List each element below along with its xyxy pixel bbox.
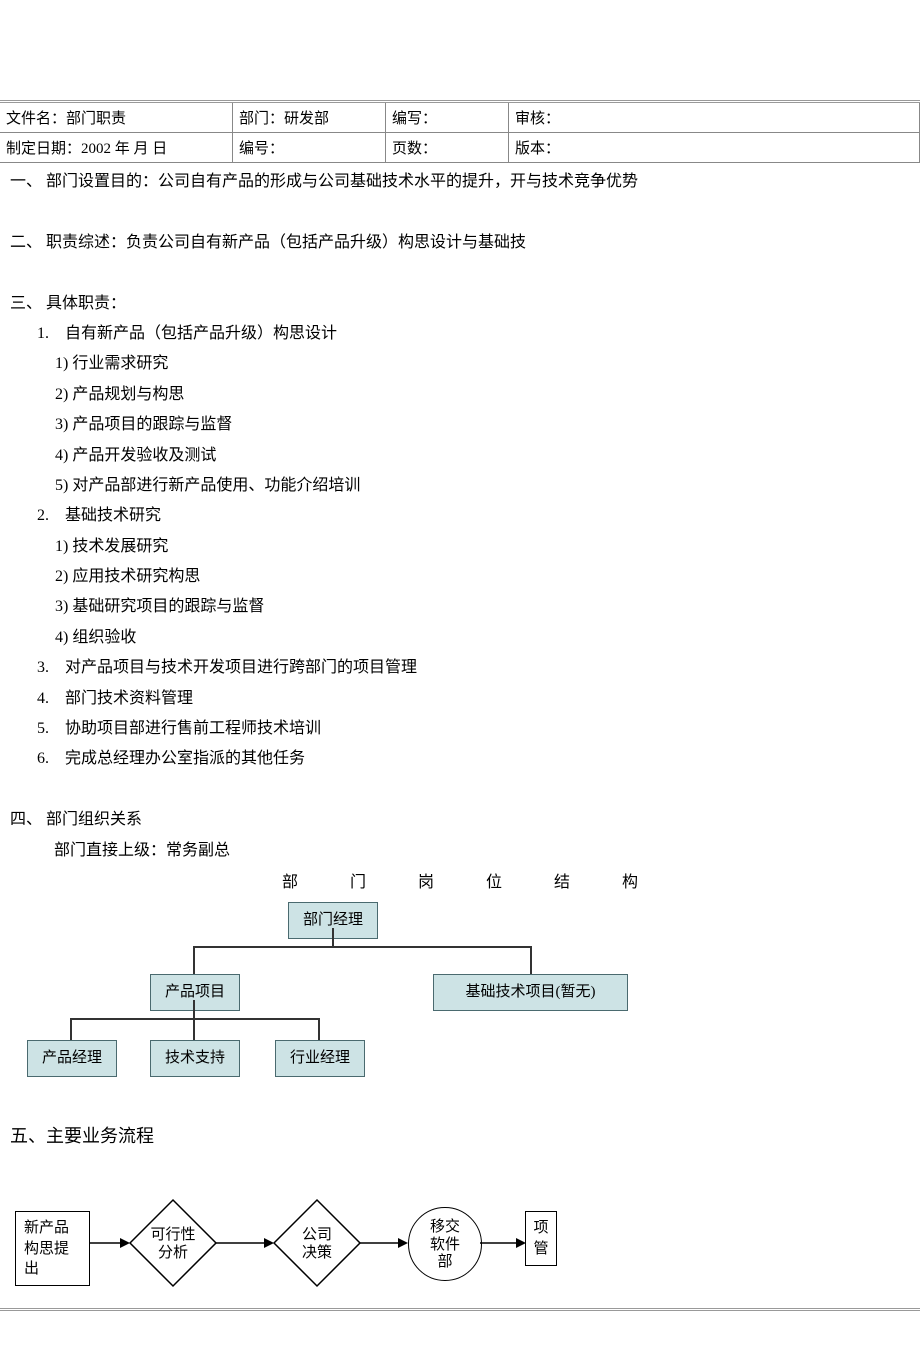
header-table: 文件名：部门职责 部门：研发部 编写： 审核： 制定日期：2002 年 月 日 … — [0, 103, 920, 163]
flow-chart: 新产品 构思提 出 可行性分析 公司决策 移交软件部 项 管 — [0, 1178, 920, 1308]
flow-circle-handover: 移交软件部 — [408, 1207, 482, 1281]
flow-box-new-product: 新产品 构思提 出 — [15, 1211, 90, 1286]
s3-item-6: 6. 完成总经理办公室指派的其他任务 — [10, 744, 910, 774]
org-node-industry-mgr: 行业经理 — [275, 1040, 365, 1077]
s3-item-2d: 4) 组织验收 — [10, 623, 910, 653]
s3-item-2b: 2) 应用技术研究构思 — [10, 562, 910, 592]
header-author: 编写： — [386, 103, 509, 133]
org-node-pm: 产品经理 — [27, 1040, 117, 1077]
s3-item-2a: 1) 技术发展研究 — [10, 532, 910, 562]
s3-item-1: 1. 自有新产品（包括产品升级）构思设计 — [10, 319, 910, 349]
arrow-icon — [480, 1233, 528, 1253]
section-5-title: 五、主要业务流程 — [10, 1122, 910, 1148]
flow-diamond-decision: 公司决策 — [272, 1198, 362, 1288]
header-filename: 文件名：部门职责 — [0, 103, 233, 133]
header-date: 制定日期：2002 年 月 日 — [0, 133, 233, 163]
arrow-icon — [90, 1233, 132, 1253]
org-node-product-project: 产品项目 — [150, 974, 240, 1011]
arrow-icon — [216, 1233, 276, 1253]
header-dept: 部门：研发部 — [233, 103, 386, 133]
s3-item-2: 2. 基础技术研究 — [10, 501, 910, 531]
s3-item-2c: 3) 基础研究项目的跟踪与监督 — [10, 592, 910, 622]
header-version: 版本： — [509, 133, 920, 163]
org-chart: 部门经理 产品项目 基础技术项目(暂无) 产品经理 技术支持 行业经理 — [10, 902, 910, 1072]
header-no: 编号： — [233, 133, 386, 163]
section-3-title: 三、 具体职责： — [10, 289, 910, 319]
s3-item-1b: 2) 产品规划与构思 — [10, 380, 910, 410]
arrow-icon — [360, 1233, 410, 1253]
section-4-sub: 部门直接上级：常务副总 — [10, 836, 910, 866]
section-1: 一、 部门设置目的：公司自有产品的形成与公司基础技术水平的提升，开与技术竞争优势 — [10, 167, 910, 197]
flow-diamond-feasibility: 可行性分析 — [128, 1198, 218, 1288]
s3-item-3: 3. 对产品项目与技术开发项目进行跨部门的项目管理 — [10, 653, 910, 683]
section-4-title: 四、 部门组织关系 — [10, 805, 910, 835]
s3-item-4: 4. 部门技术资料管理 — [10, 684, 910, 714]
section-2: 二、 职责综述：负责公司自有新产品（包括产品升级）构思设计与基础技 — [10, 228, 910, 258]
s3-item-1c: 3) 产品项目的跟踪与监督 — [10, 410, 910, 440]
header-review: 审核： — [509, 103, 920, 133]
s3-item-1e: 5) 对产品部进行新产品使用、功能介绍培训 — [10, 471, 910, 501]
org-node-tech-support: 技术支持 — [150, 1040, 240, 1077]
s3-item-1d: 4) 产品开发验收及测试 — [10, 441, 910, 471]
s3-item-5: 5. 协助项目部进行售前工程师技术培训 — [10, 714, 910, 744]
org-chart-title: 部门岗位结构 — [10, 868, 910, 898]
flow-box-project: 项 管 — [525, 1211, 557, 1266]
header-pages: 页数： — [386, 133, 509, 163]
org-node-tech-project: 基础技术项目(暂无) — [433, 974, 628, 1011]
s3-item-1a: 1) 行业需求研究 — [10, 349, 910, 379]
